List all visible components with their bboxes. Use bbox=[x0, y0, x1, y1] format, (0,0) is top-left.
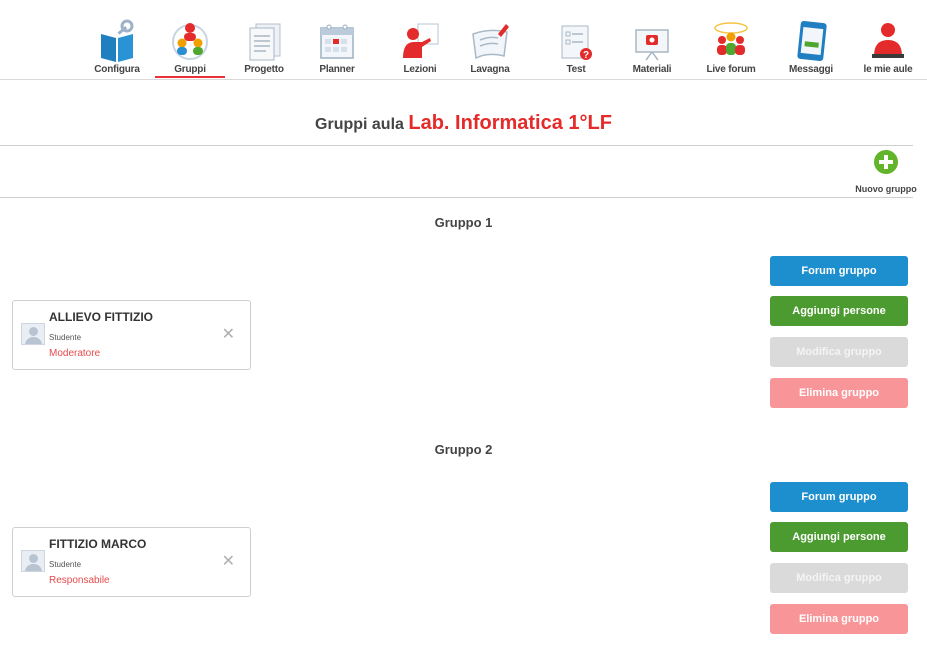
new-group-button[interactable]: Nuovo gruppo bbox=[846, 150, 926, 194]
nav-item-test[interactable]: ? Test bbox=[539, 0, 613, 80]
nav-label: Progetto bbox=[244, 64, 284, 75]
nav-label: Materiali bbox=[632, 64, 672, 75]
group-title: Gruppo 2 bbox=[434, 442, 493, 457]
avatar bbox=[21, 323, 45, 345]
whiteboard-icon bbox=[472, 24, 509, 60]
member-role: Studente bbox=[49, 560, 82, 569]
nav-item-live-forum[interactable]: Live forum bbox=[694, 0, 768, 80]
nav-item-configura[interactable]: Configura bbox=[80, 0, 154, 80]
new-group-label: Nuovo gruppo bbox=[855, 184, 917, 194]
close-icon[interactable]: ✕ bbox=[222, 551, 235, 571]
nav-item-gruppi[interactable]: Gruppi bbox=[153, 0, 227, 80]
delete-group-button[interactable]: Elimina gruppo bbox=[770, 604, 908, 634]
progetto-icon bbox=[249, 23, 281, 61]
close-icon[interactable]: ✕ bbox=[222, 324, 235, 344]
nav-label: Configura bbox=[94, 64, 140, 75]
lezioni-icon bbox=[403, 23, 439, 58]
nav-label: Planner bbox=[319, 64, 355, 75]
messages-icon bbox=[797, 21, 827, 61]
configura-icon bbox=[101, 19, 134, 62]
plus-icon bbox=[874, 150, 898, 174]
forum-group-button[interactable]: Forum gruppo bbox=[770, 256, 908, 286]
nav-item-lezioni[interactable]: Lezioni bbox=[383, 0, 457, 80]
edit-group-button[interactable]: Modifica gruppo bbox=[770, 337, 908, 367]
materiali-icon bbox=[635, 29, 669, 61]
page-title: Gruppi aula Lab. Informatica 1°LF bbox=[0, 112, 927, 135]
gruppi-icon bbox=[172, 23, 208, 60]
member-card: FITTIZIO MARCO Studente Responsabile ✕ bbox=[12, 527, 251, 597]
test-icon: ? bbox=[561, 25, 592, 61]
nav-item-messaggi[interactable]: Messaggi bbox=[774, 0, 848, 80]
edit-group-button[interactable]: Modifica gruppo bbox=[770, 563, 908, 593]
nav-item-progetto[interactable]: Progetto bbox=[227, 0, 301, 80]
divider bbox=[0, 197, 913, 198]
top-navigation: Configura Gruppi Progetto Planner Lezion… bbox=[0, 0, 927, 80]
active-tab-indicator bbox=[155, 76, 225, 78]
live-forum-icon bbox=[714, 22, 748, 55]
add-people-button[interactable]: Aggiungi persone bbox=[770, 296, 908, 326]
forum-group-button[interactable]: Forum gruppo bbox=[770, 482, 908, 512]
nav-item-planner[interactable]: Planner bbox=[300, 0, 374, 80]
member-group-role: Responsabile bbox=[49, 575, 110, 586]
member-group-role: Moderatore bbox=[49, 348, 101, 359]
avatar bbox=[21, 550, 45, 572]
svg-text:?: ? bbox=[583, 50, 589, 61]
nav-item-materiali[interactable]: Materiali bbox=[615, 0, 689, 80]
calendar-icon bbox=[320, 24, 354, 59]
nav-item-lavagna[interactable]: Lavagna bbox=[453, 0, 527, 80]
nav-label: Messaggi bbox=[789, 64, 833, 75]
member-name: FITTIZIO MARCO bbox=[49, 537, 147, 551]
nav-item-le-mie-aule[interactable]: le mie aule bbox=[851, 0, 925, 80]
nav-label: Gruppi bbox=[174, 64, 206, 75]
nav-label: Test bbox=[566, 64, 586, 75]
delete-group-button[interactable]: Elimina gruppo bbox=[770, 378, 908, 408]
classroom-name: Lab. Informatica 1°LF bbox=[408, 112, 612, 134]
group-title: Gruppo 1 bbox=[434, 215, 493, 230]
nav-label: le mie aule bbox=[863, 64, 913, 75]
member-card: ALLIEVO FITTIZIO Studente Moderatore ✕ bbox=[12, 300, 251, 370]
add-people-button[interactable]: Aggiungi persone bbox=[770, 522, 908, 552]
member-role: Studente bbox=[49, 333, 82, 342]
page-title-prefix: Gruppi aula bbox=[315, 116, 404, 133]
nav-label: Live forum bbox=[706, 64, 756, 75]
divider bbox=[0, 145, 913, 146]
member-name: ALLIEVO FITTIZIO bbox=[49, 310, 153, 324]
nav-label: Lezioni bbox=[403, 64, 437, 75]
le-mie-aule-icon bbox=[872, 23, 904, 58]
nav-label: Lavagna bbox=[470, 64, 510, 75]
